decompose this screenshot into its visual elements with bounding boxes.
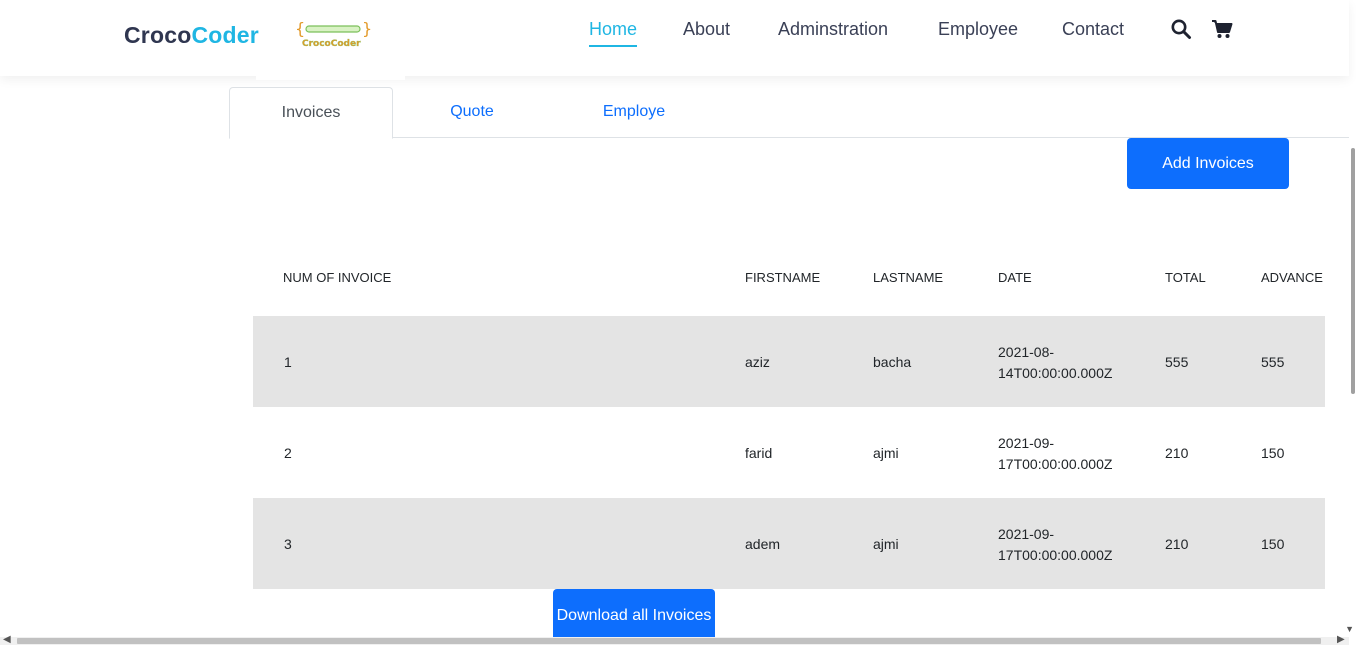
table-row: 1 aziz bacha 2021-08- 14T00:00:00.000Z 55… — [253, 316, 1325, 407]
brand-logo[interactable]: { } CrocoCoder — [294, 18, 374, 48]
header-date: DATE — [998, 270, 1032, 285]
nav-administration[interactable]: Adminstration — [778, 19, 888, 40]
cell-num: 3 — [284, 536, 292, 552]
horizontal-scroll-thumb[interactable] — [17, 638, 1321, 644]
tab-employe[interactable]: Employe — [553, 87, 715, 137]
nav-about[interactable]: About — [683, 19, 730, 40]
header-lastname: LASTNAME — [873, 270, 944, 285]
brand-name[interactable]: CrocoCoder — [124, 22, 259, 49]
search-icon[interactable] — [1170, 18, 1192, 40]
cell-date-line1: 2021-09- — [998, 435, 1055, 451]
table-row: 3 adem ajmi 2021-09- 17T00:00:00.000Z 210… — [253, 498, 1325, 589]
cell-date-line1: 2021-09- — [998, 526, 1055, 542]
svg-text:{: { — [295, 19, 305, 38]
cell-date-line2: 14T00:00:00.000Z — [998, 365, 1113, 381]
cell-advance: 150 — [1261, 445, 1285, 461]
header-num-of-invoice: NUM OF INVOICE — [283, 270, 392, 285]
svg-text:}: } — [362, 19, 372, 38]
add-invoices-button[interactable]: Add Invoices — [1127, 138, 1289, 189]
horizontal-scrollbar[interactable]: ◀ ▶ — [0, 634, 1349, 645]
tab-quote[interactable]: Quote — [391, 87, 553, 137]
nav-employee[interactable]: Employee — [938, 19, 1018, 40]
cell-firstname: adem — [745, 536, 781, 552]
scroll-down-arrow-icon[interactable]: ▼ — [1345, 624, 1354, 634]
header-advance: ADVANCE — [1261, 270, 1323, 285]
cell-lastname: ajmi — [873, 536, 899, 552]
cell-total: 555 — [1165, 354, 1189, 370]
cell-firstname: aziz — [745, 354, 770, 370]
site-header: CrocoCoder { } CrocoCoder Home About Adm… — [0, 0, 1349, 76]
nav-contact[interactable]: Contact — [1062, 19, 1124, 40]
nav-home[interactable]: Home — [589, 19, 638, 47]
cell-advance: 555 — [1261, 354, 1285, 370]
scroll-right-arrow-icon[interactable]: ▶ — [1337, 634, 1345, 645]
header-total: TOTAL — [1165, 270, 1206, 285]
cell-lastname: ajmi — [873, 445, 899, 461]
cell-total: 210 — [1165, 445, 1189, 461]
logo-underlay — [256, 72, 405, 80]
cell-date-line2: 17T00:00:00.000Z — [998, 547, 1113, 563]
cell-date-line1: 2021-08- — [998, 344, 1055, 360]
cell-num: 1 — [284, 354, 292, 370]
brand-part-coder: Coder — [191, 22, 259, 48]
cell-date-line2: 17T00:00:00.000Z — [998, 456, 1113, 472]
vertical-scrollbar[interactable]: ▼ — [1345, 0, 1356, 645]
header-firstname: FIRSTNAME — [745, 270, 821, 285]
cell-date: 2021-09- 17T00:00:00.000Z — [998, 524, 1112, 566]
cell-lastname: bacha — [873, 354, 912, 370]
cart-icon[interactable] — [1211, 18, 1233, 40]
cell-total: 210 — [1165, 536, 1189, 552]
logo-text: CrocoCoder — [302, 39, 361, 48]
cell-num: 2 — [284, 445, 292, 461]
table-row: 2 farid ajmi 2021-09- 17T00:00:00.000Z 21… — [253, 407, 1325, 498]
brand-part-croco: Croco — [124, 22, 192, 48]
vertical-scroll-thumb[interactable] — [1351, 148, 1355, 394]
cell-date: 2021-08- 14T00:00:00.000Z — [998, 342, 1112, 384]
cell-advance: 150 — [1261, 536, 1285, 552]
cell-date: 2021-09- 17T00:00:00.000Z — [998, 433, 1112, 475]
cell-firstname: farid — [745, 445, 773, 461]
tab-invoices[interactable]: Invoices — [229, 87, 393, 139]
scroll-left-arrow-icon[interactable]: ◀ — [3, 634, 11, 645]
